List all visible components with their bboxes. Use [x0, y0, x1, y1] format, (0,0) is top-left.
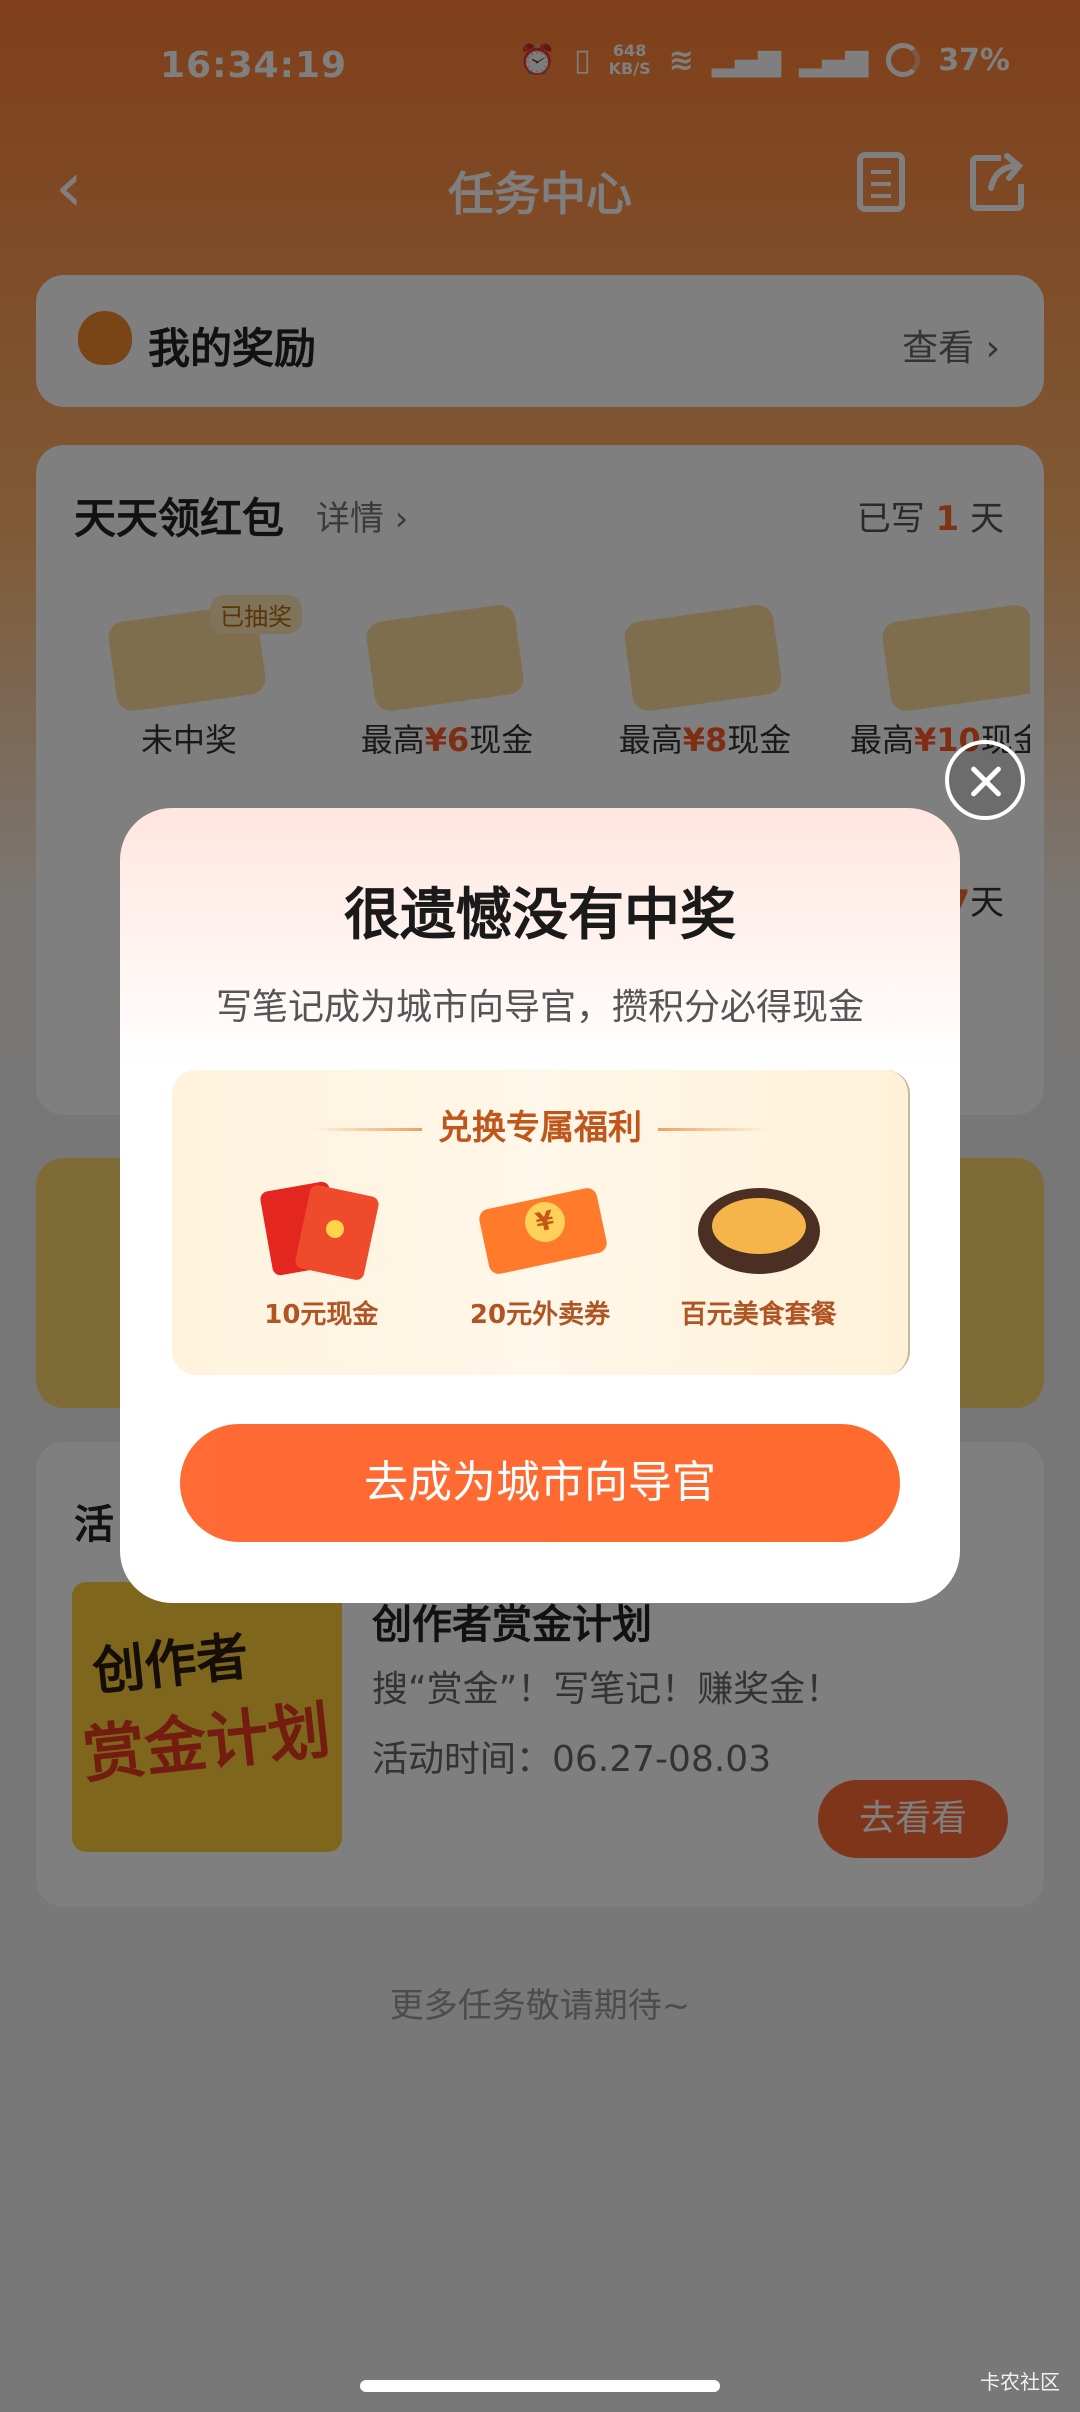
- red-envelope-icon: [256, 1180, 386, 1282]
- benefit-box: 兑换专属福利 10元现金 ¥ 20元外卖券 百元美食套餐: [172, 1070, 910, 1375]
- divider: [658, 1128, 768, 1131]
- divider: [312, 1128, 422, 1131]
- become-guide-button[interactable]: 去成为城市向导官: [180, 1424, 900, 1542]
- benefit-label: 百元美食套餐: [680, 1300, 837, 1330]
- benefit-item: 10元现金: [221, 1180, 421, 1331]
- benefit-item: ¥ 20元外卖券: [440, 1180, 640, 1331]
- benefit-label: 10元现金: [264, 1300, 379, 1330]
- benefit-label: 20元外卖券: [469, 1300, 611, 1330]
- no-prize-dialog: 很遗憾没有中奖 写笔记成为城市向导官，攒积分必得现金 兑换专属福利 10元现金 …: [120, 808, 960, 1603]
- home-indicator[interactable]: [360, 2380, 720, 2392]
- benefit-heading: 兑换专属福利: [172, 1100, 908, 1149]
- close-icon[interactable]: [945, 740, 1025, 820]
- food-bowl-icon: [694, 1180, 824, 1280]
- watermark: 卡农社区: [980, 2370, 1060, 2394]
- benefit-heading-text: 兑换专属福利: [438, 1108, 642, 1148]
- dialog-subtitle: 写笔记成为城市向导官，攒积分必得现金: [215, 987, 864, 1028]
- benefit-item: 百元美食套餐: [659, 1180, 859, 1331]
- coupon-icon: ¥: [475, 1180, 609, 1280]
- benefit-list: 10元现金 ¥ 20元外卖券 百元美食套餐: [172, 1180, 908, 1331]
- dialog-title: 很遗憾没有中奖: [344, 883, 736, 948]
